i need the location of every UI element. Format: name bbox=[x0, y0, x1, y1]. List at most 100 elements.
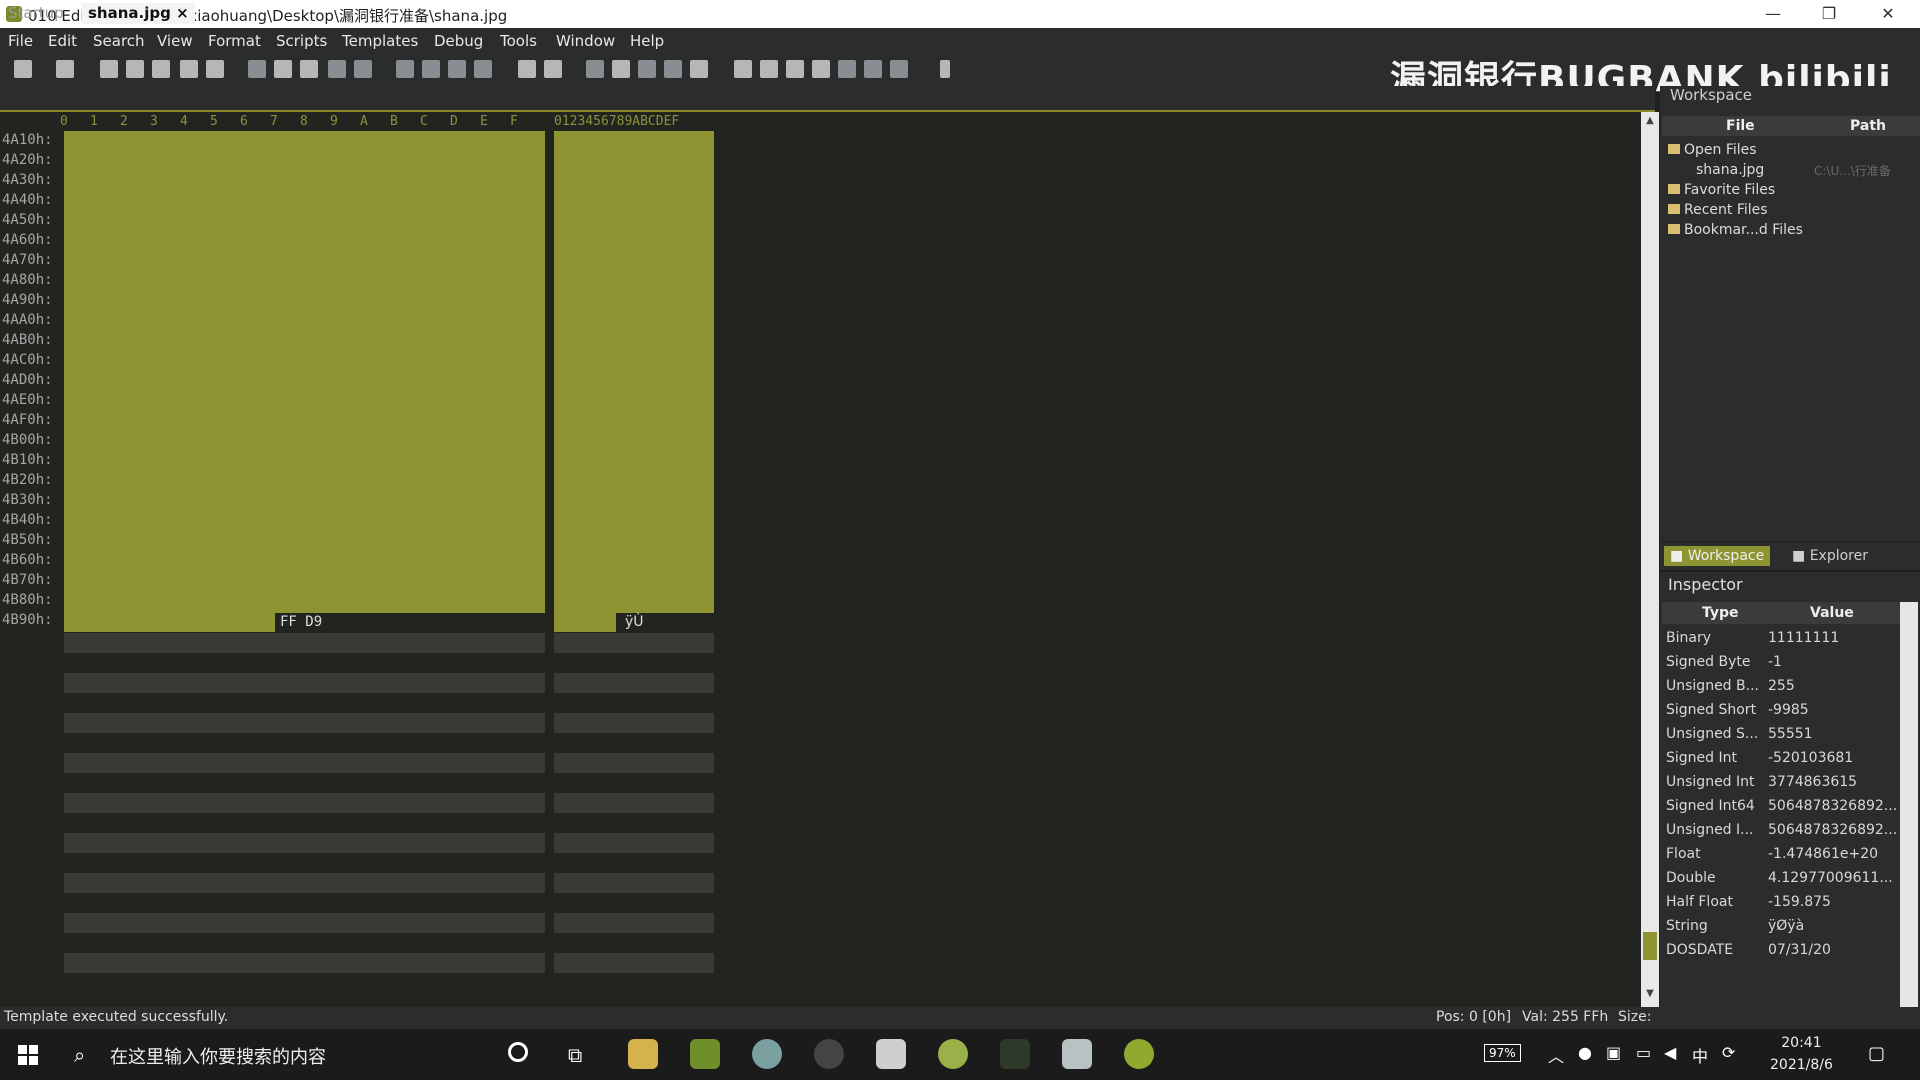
menu-scripts[interactable]: Scripts bbox=[276, 32, 327, 50]
cut-icon[interactable] bbox=[248, 60, 266, 78]
ascii-last-row-selection[interactable] bbox=[554, 613, 616, 632]
hex-selection[interactable] bbox=[64, 131, 545, 613]
ime-icon[interactable]: 中 bbox=[1692, 1043, 1708, 1067]
menu-help[interactable]: Help bbox=[630, 32, 664, 50]
close-button[interactable]: ✕ bbox=[1860, 0, 1916, 28]
hex-vertical-scrollbar[interactable]: ▲ ▼ bbox=[1641, 112, 1659, 1007]
cursor-icon[interactable] bbox=[690, 60, 708, 78]
find-next-icon[interactable] bbox=[448, 60, 466, 78]
settings-icon[interactable] bbox=[890, 60, 908, 78]
hex-col-C: C bbox=[420, 114, 428, 129]
hex-last-row-selection[interactable] bbox=[64, 613, 275, 632]
hex-col-4: 4 bbox=[180, 114, 188, 129]
histogram-icon[interactable] bbox=[812, 60, 830, 78]
close-tab-icon[interactable]: × bbox=[176, 4, 189, 22]
menu-search[interactable]: Search bbox=[93, 32, 145, 50]
pause-icon[interactable] bbox=[940, 60, 950, 78]
empty-row-stripe bbox=[554, 753, 714, 773]
green-app-icon[interactable] bbox=[1124, 1039, 1154, 1069]
open-file-icon[interactable] bbox=[56, 60, 74, 78]
bookmark-icon[interactable] bbox=[518, 60, 536, 78]
menu-view[interactable]: View bbox=[157, 32, 193, 50]
scroll-up-icon[interactable]: ▲ bbox=[1643, 114, 1657, 128]
menu-file[interactable]: File bbox=[8, 32, 33, 50]
pilcrow-icon[interactable] bbox=[638, 60, 656, 78]
tree-recent-files[interactable]: Recent Files bbox=[1668, 202, 1768, 218]
hex-mode-icon[interactable] bbox=[586, 60, 604, 78]
tab-explorer[interactable]: ■ Explorer bbox=[1786, 546, 1874, 566]
redo-icon[interactable] bbox=[354, 60, 372, 78]
save-icon[interactable] bbox=[100, 60, 118, 78]
col-value[interactable]: Value bbox=[1810, 605, 1854, 621]
script-icon[interactable] bbox=[760, 60, 778, 78]
tomato-app-icon[interactable] bbox=[938, 1039, 968, 1069]
inspector-scrollbar[interactable] bbox=[1900, 602, 1918, 1007]
columns-icon[interactable] bbox=[664, 60, 682, 78]
menu-tools[interactable]: Tools bbox=[500, 32, 537, 50]
scroll-thumb[interactable] bbox=[1643, 932, 1657, 960]
volume-icon[interactable]: ◀ bbox=[1664, 1043, 1676, 1062]
copy-icon[interactable] bbox=[274, 60, 292, 78]
taskbar-clock[interactable]: 20:41 2021/8/6 bbox=[1770, 1032, 1833, 1076]
new-file-icon[interactable] bbox=[14, 60, 32, 78]
save-as-icon[interactable] bbox=[126, 60, 144, 78]
obs-icon[interactable] bbox=[814, 1039, 844, 1069]
clock-date: 2021/8/6 bbox=[1770, 1057, 1833, 1073]
checksum-icon[interactable] bbox=[864, 60, 882, 78]
tab-shana-jpg[interactable]: shana.jpg × bbox=[82, 3, 195, 24]
tree-favorite-files[interactable]: Favorite Files bbox=[1668, 182, 1775, 198]
tool-app-icon[interactable] bbox=[1062, 1039, 1092, 1069]
task-view-icon[interactable]: ⧉ bbox=[568, 1043, 582, 1067]
save-all-icon[interactable] bbox=[152, 60, 170, 78]
maximize-button[interactable]: ❐ bbox=[1801, 0, 1857, 28]
menu-format[interactable]: Format bbox=[208, 32, 261, 50]
close-file-icon[interactable] bbox=[180, 60, 198, 78]
bookmark-next-icon[interactable] bbox=[544, 60, 562, 78]
goto-icon[interactable] bbox=[474, 60, 492, 78]
microphone-icon[interactable]: ● bbox=[1578, 1043, 1592, 1062]
col-file[interactable]: File bbox=[1726, 118, 1755, 134]
file-explorer-icon[interactable] bbox=[628, 1039, 658, 1069]
print-icon[interactable] bbox=[206, 60, 224, 78]
undo-icon[interactable] bbox=[328, 60, 346, 78]
windows-start-icon[interactable] bbox=[18, 1045, 38, 1065]
paste-icon[interactable] bbox=[300, 60, 318, 78]
tree-open-files[interactable]: Open Files bbox=[1668, 142, 1757, 158]
text-mode-icon[interactable] bbox=[612, 60, 630, 78]
workspace-header: File Path bbox=[1662, 116, 1920, 136]
replace-icon[interactable] bbox=[422, 60, 440, 78]
network-icon[interactable]: ▣ bbox=[1606, 1043, 1621, 1062]
taskbar-search-box[interactable]: 在这里输入你要搜索的内容 bbox=[110, 1043, 326, 1069]
display-icon[interactable]: ▭ bbox=[1636, 1043, 1651, 1062]
menu-templates[interactable]: Templates bbox=[342, 32, 418, 50]
chrome-icon[interactable] bbox=[752, 1039, 782, 1069]
col-path[interactable]: Path bbox=[1850, 118, 1886, 134]
ascii-selection[interactable] bbox=[554, 131, 714, 613]
col-type[interactable]: Type bbox=[1702, 605, 1739, 621]
menu-debug[interactable]: Debug bbox=[434, 32, 483, 50]
menu-window[interactable]: Window bbox=[556, 32, 615, 50]
tree-bookmarked-files[interactable]: Bookmar...d Files bbox=[1668, 222, 1803, 238]
010-editor-icon[interactable] bbox=[690, 1039, 720, 1069]
snake-app-icon[interactable] bbox=[1000, 1039, 1030, 1069]
tab-startup[interactable]: Startup bbox=[2, 3, 70, 24]
minimize-button[interactable]: — bbox=[1745, 0, 1801, 28]
find-icon[interactable] bbox=[396, 60, 414, 78]
tab-workspace[interactable]: ■ Workspace bbox=[1664, 546, 1771, 566]
offset-label: 4B90h: bbox=[2, 612, 53, 628]
app-tray-icon[interactable] bbox=[876, 1039, 906, 1069]
scroll-down-icon[interactable]: ▼ bbox=[1643, 987, 1657, 1001]
menu-edit[interactable]: Edit bbox=[48, 32, 77, 50]
battery-indicator[interactable]: 97% bbox=[1484, 1044, 1521, 1062]
sync-icon[interactable]: ⟳ bbox=[1722, 1043, 1735, 1062]
hex-col-F: F bbox=[510, 114, 518, 129]
compare-icon[interactable] bbox=[786, 60, 804, 78]
search-icon[interactable]: ⌕ bbox=[74, 1043, 85, 1067]
cortana-icon[interactable] bbox=[508, 1042, 528, 1062]
template-icon[interactable] bbox=[734, 60, 752, 78]
chevron-up-icon[interactable]: ︿ bbox=[1548, 1043, 1564, 1067]
tree-file-shana[interactable]: shana.jpg bbox=[1696, 162, 1764, 178]
inspector-value: 255 bbox=[1768, 678, 1795, 694]
calculator-icon[interactable] bbox=[838, 60, 856, 78]
notification-icon[interactable]: ▢ bbox=[1868, 1043, 1885, 1064]
